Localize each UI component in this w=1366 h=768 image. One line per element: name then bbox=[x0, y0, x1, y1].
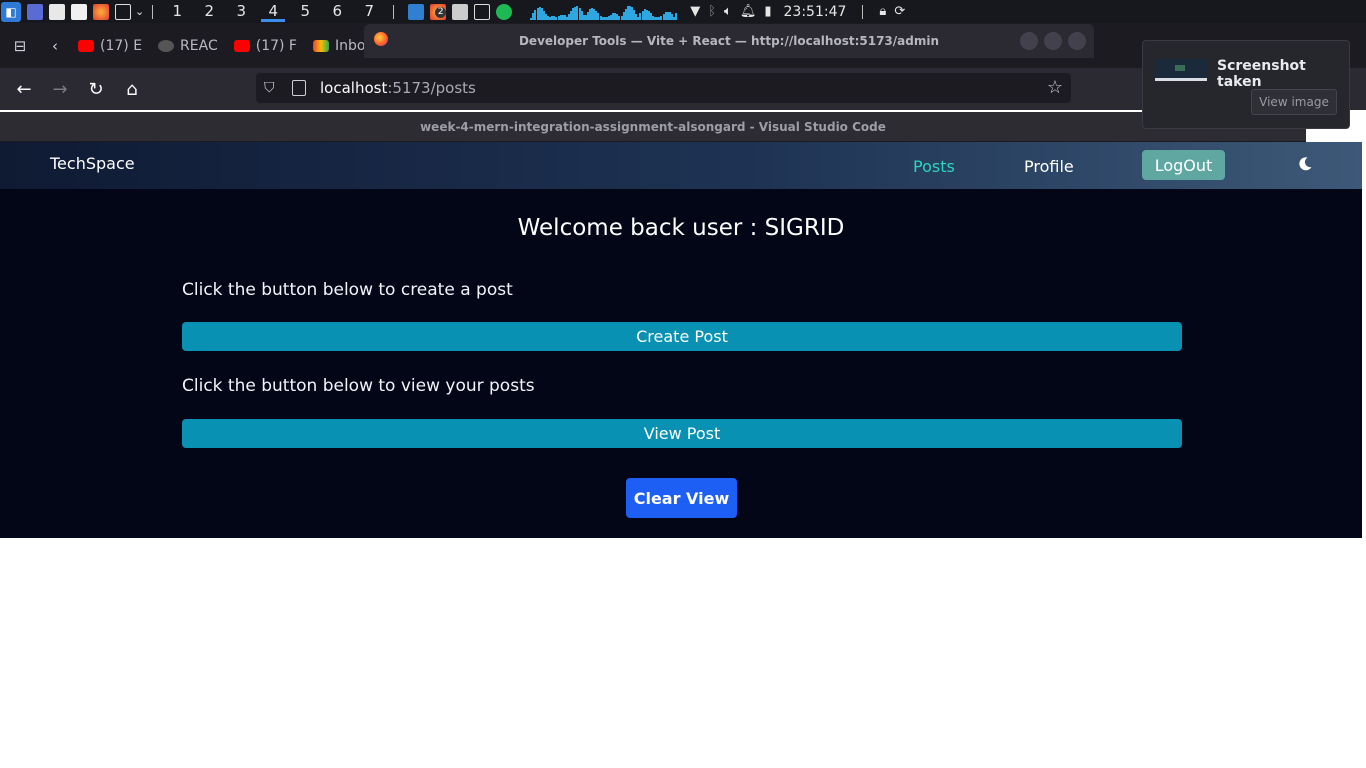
github-icon bbox=[158, 39, 175, 52]
tab-label: REAC bbox=[180, 37, 218, 54]
moon-icon[interactable] bbox=[1297, 156, 1313, 172]
spotify-task-icon[interactable] bbox=[496, 3, 513, 20]
gmail-icon bbox=[312, 39, 329, 52]
app-grid-icon[interactable] bbox=[27, 3, 43, 20]
workspace-3[interactable]: 3 bbox=[225, 0, 257, 23]
bell-icon[interactable]: 🔔︎ bbox=[740, 4, 757, 19]
screenshot-notification[interactable]: Screenshot taken View image bbox=[1142, 40, 1350, 129]
maximize-button[interactable] bbox=[1044, 32, 1062, 50]
devtools-title: Developer Tools — Vite + React — http://… bbox=[518, 34, 940, 48]
app-header: TechSpace Posts Profile LogOut bbox=[0, 142, 1362, 189]
clear-view-button[interactable]: Clear View bbox=[626, 478, 737, 518]
app-launcher-icon[interactable]: ◧ bbox=[1, 1, 21, 22]
minimize-button[interactable] bbox=[1020, 32, 1038, 50]
visualizer-bar bbox=[675, 13, 678, 20]
volume-icon[interactable]: 🔈︎ bbox=[724, 4, 732, 19]
vscode-task-icon[interactable] bbox=[408, 3, 425, 20]
create-hint: Click the button below to create a post bbox=[182, 280, 513, 300]
browser-tab[interactable]: (17) F bbox=[226, 23, 305, 68]
firefox-task-icon[interactable]: 2 bbox=[430, 3, 447, 20]
firefox-icon[interactable] bbox=[93, 3, 109, 20]
lock-icon[interactable]: 🔒︎ bbox=[879, 4, 886, 19]
notification-title: Screenshot taken bbox=[1217, 58, 1306, 90]
screenshot-thumbnail[interactable] bbox=[1155, 59, 1207, 81]
clock: 23:51:47 bbox=[783, 3, 847, 20]
brand-logo[interactable]: TechSpace bbox=[50, 154, 135, 173]
bluetooth-icon[interactable]: ᛒ bbox=[708, 4, 716, 19]
url-path: :5173/posts bbox=[387, 79, 476, 97]
wifi-icon[interactable]: ▼ bbox=[690, 4, 700, 19]
file-manager-icon[interactable] bbox=[49, 3, 65, 20]
tab-label: (17) F bbox=[255, 37, 297, 54]
tab-label: (17) E bbox=[100, 37, 143, 54]
welcome-heading: Welcome back user : SIGRID bbox=[517, 215, 845, 241]
view-hint: Click the button below to view your post… bbox=[182, 376, 535, 396]
workspace-5[interactable]: 5 bbox=[289, 0, 321, 23]
reload-icon[interactable]: ↻ bbox=[78, 79, 114, 100]
document-task-icon[interactable] bbox=[452, 3, 469, 20]
workspace-6[interactable]: 6 bbox=[321, 0, 353, 23]
system-panel: ◧ ⌄ 1 2 3 4 5 6 7 2 ▼ ᛒ 🔈︎ 🔔︎ ▮ 23:51:47… bbox=[0, 0, 1366, 23]
battery-icon[interactable]: ▮ bbox=[764, 4, 771, 19]
workspace-2[interactable]: 2 bbox=[193, 0, 225, 23]
close-button[interactable] bbox=[1068, 32, 1086, 50]
chevron-down-icon[interactable]: ⌄ bbox=[135, 5, 144, 18]
workspace-7[interactable]: 7 bbox=[353, 0, 385, 23]
youtube-icon bbox=[233, 39, 250, 52]
vscode-window-titlebar[interactable]: week-4-mern-integration-assignment-alson… bbox=[0, 112, 1306, 142]
back-arrow-icon[interactable]: ← bbox=[6, 79, 42, 100]
youtube-icon bbox=[78, 39, 94, 52]
tab-overview-icon[interactable]: ⊟ bbox=[0, 37, 40, 55]
power-icon[interactable]: ⟳ bbox=[894, 4, 905, 19]
shield-icon[interactable]: ⛉ bbox=[264, 80, 282, 96]
audio-visualizer bbox=[530, 4, 680, 20]
terminal-task-icon[interactable] bbox=[474, 3, 491, 20]
divider bbox=[862, 4, 864, 19]
page-icon[interactable] bbox=[292, 80, 306, 96]
firefox-icon bbox=[374, 32, 388, 46]
logout-button[interactable]: LogOut bbox=[1142, 150, 1225, 180]
vscode-title: week-4-mern-integration-assignment-alson… bbox=[420, 119, 886, 134]
browser-tab[interactable]: (17) E bbox=[70, 23, 150, 68]
bookmark-star-icon[interactable]: ☆ bbox=[1047, 77, 1063, 98]
url-host: localhost bbox=[320, 79, 388, 97]
divider bbox=[393, 4, 395, 19]
forward-arrow-icon[interactable]: → bbox=[42, 79, 78, 100]
nav-link-profile[interactable]: Profile bbox=[1024, 157, 1074, 176]
scroll-tabs-left-icon[interactable]: ‹ bbox=[40, 37, 70, 55]
nav-link-posts[interactable]: Posts bbox=[913, 157, 955, 176]
workspace-1[interactable]: 1 bbox=[161, 0, 193, 23]
text-editor-icon[interactable] bbox=[71, 3, 87, 20]
terminal-icon[interactable] bbox=[115, 3, 131, 20]
browser-tab[interactable]: REAC bbox=[150, 23, 226, 68]
home-icon[interactable]: ⌂ bbox=[114, 79, 150, 100]
view-image-button[interactable]: View image bbox=[1251, 89, 1337, 115]
url-bar[interactable]: ⛉ localhost:5173/posts ☆ bbox=[256, 73, 1071, 103]
devtools-window-titlebar[interactable]: Developer Tools — Vite + React — http://… bbox=[364, 24, 1094, 58]
app-main: Welcome back user : SIGRID Click the but… bbox=[0, 189, 1362, 538]
divider bbox=[152, 4, 154, 19]
view-post-button[interactable]: View Post bbox=[182, 419, 1182, 448]
workspace-4[interactable]: 4 bbox=[257, 0, 289, 23]
task-badge: 2 bbox=[435, 6, 447, 18]
create-post-button[interactable]: Create Post bbox=[182, 322, 1182, 351]
